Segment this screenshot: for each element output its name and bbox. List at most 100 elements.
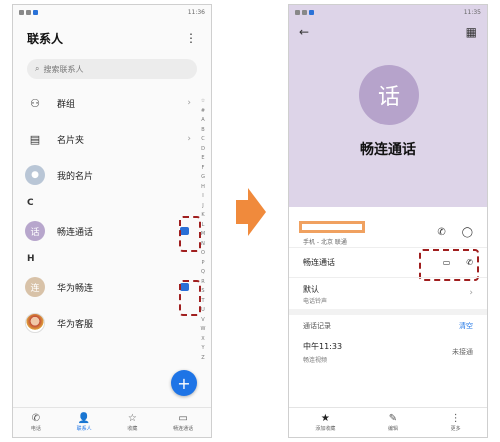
groups-row[interactable]: ⚇ 群组 › xyxy=(13,85,211,121)
chevron-right-icon: › xyxy=(187,134,191,144)
avatar: 连 xyxy=(25,277,45,297)
phone-icon: ✆ xyxy=(31,413,41,424)
contact-name: 畅连通话 xyxy=(57,227,94,238)
my-card-label: 我的名片 xyxy=(57,171,94,182)
avatar: 话 xyxy=(25,221,45,241)
groups-label: 群组 xyxy=(57,99,76,110)
contacts-icon: 👤 xyxy=(77,413,91,424)
section-header-c: C xyxy=(27,198,34,208)
wifi-icon xyxy=(26,9,31,15)
alphabet-letter[interactable]: C xyxy=(199,135,207,145)
alphabet-letter[interactable]: ☆ xyxy=(199,97,207,107)
action-label: 编辑 xyxy=(387,426,398,432)
signal-icon xyxy=(19,9,24,15)
tab-label: 电话 xyxy=(30,426,41,432)
alphabet-letter[interactable]: D xyxy=(199,145,207,155)
alphabet-letter[interactable]: I xyxy=(199,192,207,202)
highlight-box xyxy=(179,280,201,316)
action-label: 添加收藏 xyxy=(315,426,336,432)
card-holder-label: 名片夹 xyxy=(57,135,85,146)
contact-name: 畅连通话 xyxy=(360,142,416,158)
tab-favorites[interactable]: ☆ 收藏 xyxy=(127,413,137,432)
call-icon[interactable]: ✆ xyxy=(437,227,445,238)
edit-button[interactable]: ✎ 编辑 xyxy=(388,413,398,432)
alphabet-letter[interactable]: Y xyxy=(199,344,207,354)
star-icon: ☆ xyxy=(127,413,137,424)
message-icon[interactable]: ◯ xyxy=(462,227,473,238)
add-favorite-button[interactable]: ★ 添加收藏 xyxy=(315,413,335,432)
alphabet-letter[interactable]: K xyxy=(199,211,207,221)
alphabet-letter[interactable]: B xyxy=(199,126,207,136)
tab-phone[interactable]: ✆ 电话 xyxy=(31,413,41,432)
alphabet-letter[interactable]: U xyxy=(199,306,207,316)
contact-detail-screen: 11:35 ← ▦ 话 畅连通话 手机 - 北京 联通 ✆ ◯ 畅连通话 ▭ ✆… xyxy=(288,4,488,438)
alphabet-letter[interactable]: E xyxy=(199,154,207,164)
app-notification-icon xyxy=(309,9,314,15)
alphabet-letter[interactable]: W xyxy=(199,325,207,335)
contact-header: 11:35 ← ▦ 话 畅连通话 xyxy=(289,5,487,207)
clear-button[interactable]: 清空 xyxy=(459,321,473,331)
tab-label: 畅连通话 xyxy=(173,426,194,432)
status-bar: 11:36 xyxy=(13,5,211,19)
alphabet-letter[interactable]: N xyxy=(199,240,207,250)
alphabet-letter[interactable]: Z xyxy=(199,354,207,364)
alphabet-letter[interactable]: S xyxy=(199,287,207,297)
chevron-right-icon: › xyxy=(469,288,473,298)
alphabet-letter[interactable]: R xyxy=(199,278,207,288)
alphabet-letter[interactable]: P xyxy=(199,259,207,269)
search-icon: ⌕ xyxy=(35,64,40,73)
record-time: 中午11:33 xyxy=(303,342,343,351)
group-icon: ⚇ xyxy=(30,96,40,110)
business-card-holder-row[interactable]: ▤ 名片夹 › xyxy=(13,121,211,157)
tab-contacts[interactable]: 👤 联系人 xyxy=(77,413,92,432)
contact-name: 华为客服 xyxy=(57,319,94,330)
alphabet-index[interactable]: ☆ # A B C D E F G H I J K L M N O P Q R S T U V W X Y Z xyxy=(199,97,207,363)
add-contact-button[interactable]: + xyxy=(171,370,197,396)
status-time: 11:36 xyxy=(187,8,205,16)
back-arrow-icon[interactable]: ← xyxy=(299,25,309,39)
tab-label: 联系人 xyxy=(76,426,92,432)
alphabet-letter[interactable]: # xyxy=(199,107,207,117)
bottom-nav: ✆ 电话 👤 联系人 ☆ 收藏 ▭ 畅连通话 xyxy=(13,407,211,437)
signal-icon xyxy=(295,9,300,15)
status-time: 11:35 xyxy=(463,8,481,16)
more-button[interactable]: ⋮ 更多 xyxy=(451,413,461,432)
wifi-icon xyxy=(302,9,307,15)
action-label: 更多 xyxy=(450,426,461,432)
my-card-row[interactable]: ● 我的名片 xyxy=(13,157,211,193)
search-input[interactable]: ⌕ 搜索联系人 xyxy=(27,59,197,79)
call-record-item[interactable]: 中午11:33 畅连视频 未接通 xyxy=(289,337,487,373)
alphabet-letter[interactable]: H xyxy=(199,183,207,193)
video-icon: ▭ xyxy=(178,413,188,424)
tab-label: 收藏 xyxy=(127,426,138,432)
alphabet-letter[interactable]: J xyxy=(199,202,207,212)
alphabet-letter[interactable]: X xyxy=(199,335,207,345)
alphabet-letter[interactable]: F xyxy=(199,164,207,174)
contact-name: 华为畅连 xyxy=(57,283,94,294)
ringtone-row[interactable]: 默认 电话铃声 › xyxy=(289,277,487,309)
pencil-icon: ✎ xyxy=(388,413,398,424)
alphabet-letter[interactable]: O xyxy=(199,249,207,259)
page-title: 联系人 xyxy=(27,31,64,46)
alphabet-letter[interactable]: G xyxy=(199,173,207,183)
ringtone-title: 默认 xyxy=(303,285,319,294)
record-status: 未接通 xyxy=(452,348,473,356)
redacted-number xyxy=(299,221,365,233)
my-avatar: ● xyxy=(25,165,45,185)
alphabet-letter[interactable]: L xyxy=(199,221,207,231)
avatar: 话 xyxy=(359,65,419,125)
tab-meetime[interactable]: ▭ 畅连通话 xyxy=(173,413,193,432)
alphabet-letter[interactable]: A xyxy=(199,116,207,126)
section-header-h: H xyxy=(27,254,35,264)
highlight-box xyxy=(179,216,201,252)
phone-number-row[interactable]: 手机 - 北京 联通 ✆ ◯ xyxy=(289,207,487,247)
bottom-actions: ★ 添加收藏 ✎ 编辑 ⋮ 更多 xyxy=(289,407,487,437)
qr-code-icon[interactable]: ▦ xyxy=(466,25,477,39)
alphabet-letter[interactable]: Q xyxy=(199,268,207,278)
more-menu-icon[interactable]: ⋮ xyxy=(185,31,197,45)
alphabet-letter[interactable]: V xyxy=(199,316,207,326)
alphabet-letter[interactable]: M xyxy=(199,230,207,240)
search-placeholder: 搜索联系人 xyxy=(43,64,84,74)
alphabet-letter[interactable]: T xyxy=(199,297,207,307)
phone-location: 手机 - 北京 联通 xyxy=(303,239,347,246)
